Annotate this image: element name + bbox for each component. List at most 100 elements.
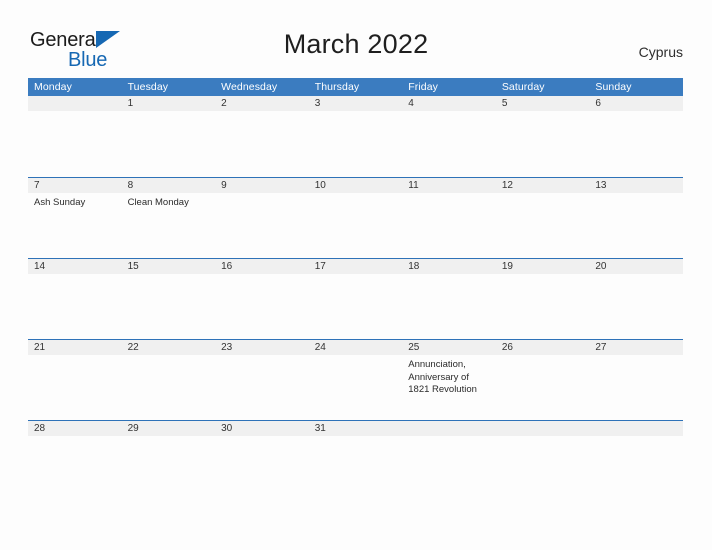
day-number: 7 — [34, 179, 40, 191]
calendar-day-cell[interactable]: 20 — [589, 259, 683, 339]
day-events — [215, 274, 309, 278]
day-number: 21 — [34, 341, 46, 353]
day-number-band: 19 — [495, 259, 590, 274]
day-number-band: 5 — [495, 96, 590, 111]
day-events — [496, 436, 590, 440]
day-events — [309, 274, 403, 278]
day-events — [589, 274, 683, 278]
calendar-day-cell[interactable]: 19 — [495, 259, 590, 339]
day-number: 11 — [408, 179, 419, 191]
day-events — [589, 193, 683, 197]
day-number-band: 11 — [402, 178, 496, 193]
calendar-day-cell[interactable]: 9 — [215, 178, 309, 258]
day-number: 22 — [127, 341, 139, 353]
calendar-day-cell[interactable]: 18 — [402, 259, 496, 339]
day-number: 1 — [127, 97, 134, 109]
calendar-day-cell[interactable]: 7 Ash Sunday — [28, 178, 122, 258]
calendar-day-cell[interactable]: 16 — [215, 259, 309, 339]
calendar-day-cell[interactable]: 25 Annunciation, Anniversary of 1821 Revo… — [402, 340, 496, 420]
weekday-header-monday: Monday — [34, 81, 72, 93]
day-number-band: 2 — [215, 96, 309, 111]
day-number: 15 — [127, 260, 139, 272]
day-number-band: 10 — [308, 178, 403, 193]
day-number: 8 — [127, 179, 134, 191]
day-number-band: 27 — [589, 340, 683, 355]
day-number: 23 — [221, 341, 233, 353]
calendar-day-cell[interactable]: 4 — [402, 96, 496, 176]
day-number: 25 — [408, 341, 420, 353]
day-events — [589, 111, 683, 115]
calendar-day-cell[interactable]: 29 — [121, 421, 216, 501]
day-number: 20 — [595, 260, 607, 272]
day-number-band: 22 — [121, 340, 216, 355]
day-number-band — [28, 96, 122, 111]
calendar-day-cell-empty — [28, 96, 122, 176]
calendar-day-cell[interactable]: 17 — [308, 259, 403, 339]
calendar-day-cell[interactable]: 10 — [308, 178, 403, 258]
day-events — [496, 111, 590, 115]
day-events — [309, 355, 403, 359]
day-number: 19 — [501, 260, 513, 272]
calendar-day-cell[interactable]: 22 — [121, 340, 216, 420]
calendar-day-cell[interactable]: 2 — [215, 96, 309, 176]
weekday-header-sunday: Sunday — [595, 81, 632, 93]
day-number: 3 — [314, 97, 321, 109]
day-number: 28 — [34, 422, 46, 434]
holiday-event: Clean Monday — [127, 197, 189, 208]
day-events — [589, 355, 683, 359]
day-number-band — [495, 421, 590, 436]
day-events — [215, 193, 309, 197]
calendar-day-cell[interactable]: 6 — [589, 96, 683, 176]
day-number: 12 — [501, 179, 513, 191]
day-events — [28, 436, 122, 440]
calendar-day-cell[interactable]: 11 — [402, 178, 496, 258]
calendar-week-row: 14 15 16 17 18 19 20 — [28, 258, 683, 339]
calendar-day-cell[interactable]: 15 — [121, 259, 216, 339]
calendar-day-cell[interactable]: 1 — [121, 96, 216, 176]
day-number-band: 8 — [121, 178, 216, 193]
day-number: 18 — [408, 260, 420, 272]
calendar-day-cell[interactable]: 27 — [589, 340, 683, 420]
day-number: 24 — [314, 341, 326, 353]
day-events — [28, 274, 122, 278]
day-number: 27 — [595, 341, 607, 353]
calendar-day-cell[interactable]: 13 — [589, 178, 683, 258]
calendar-day-cell[interactable]: 30 — [215, 421, 309, 501]
calendar-day-cell[interactable]: 8 Clean Monday — [121, 178, 216, 258]
day-events: Ash Sunday — [28, 193, 122, 210]
day-events — [309, 111, 403, 115]
calendar-day-cell[interactable]: 14 — [28, 259, 122, 339]
day-number-band: 9 — [215, 178, 309, 193]
day-events — [122, 436, 216, 440]
calendar-day-cell[interactable]: 31 — [308, 421, 403, 501]
day-events — [496, 193, 590, 197]
day-number-band: 1 — [121, 96, 216, 111]
day-number-band: 24 — [308, 340, 403, 355]
calendar-day-cell-empty — [589, 421, 683, 501]
calendar-week-row: 7 Ash Sunday 8 Clean Monday 9 10 11 12 13 — [28, 177, 683, 258]
calendar-week-row: 28 29 30 31 — [28, 420, 683, 501]
calendar-day-cell[interactable]: 23 — [215, 340, 309, 420]
calendar-day-cell[interactable]: 3 — [308, 96, 403, 176]
day-number: 6 — [595, 97, 601, 109]
calendar-day-cell[interactable]: 5 — [495, 96, 590, 176]
day-events — [309, 436, 403, 440]
calendar-day-cell-empty — [402, 421, 496, 501]
day-number-band: 28 — [28, 421, 122, 436]
weekday-header-thursday: Thursday — [314, 81, 360, 93]
day-number: 5 — [501, 97, 508, 109]
calendar-day-cell[interactable]: 12 — [495, 178, 590, 258]
day-number-band — [402, 421, 496, 436]
calendar-day-cell-empty — [495, 421, 590, 501]
day-number-band: 13 — [589, 178, 683, 193]
day-number: 17 — [314, 260, 326, 272]
calendar-day-cell[interactable]: 26 — [495, 340, 590, 420]
calendar-day-cell[interactable]: 28 — [28, 421, 122, 501]
calendar-weeks: 1 2 3 4 5 6 7 Ash Sunday 8 Clean Monday 9 10 11 12 13 1… — [28, 96, 683, 501]
day-events — [496, 355, 590, 359]
day-number: 29 — [127, 422, 139, 434]
day-number-band: 17 — [308, 259, 403, 274]
calendar-day-cell[interactable]: 21 — [28, 340, 122, 420]
day-number-band: 25 — [402, 340, 496, 355]
calendar-day-cell[interactable]: 24 — [308, 340, 403, 420]
